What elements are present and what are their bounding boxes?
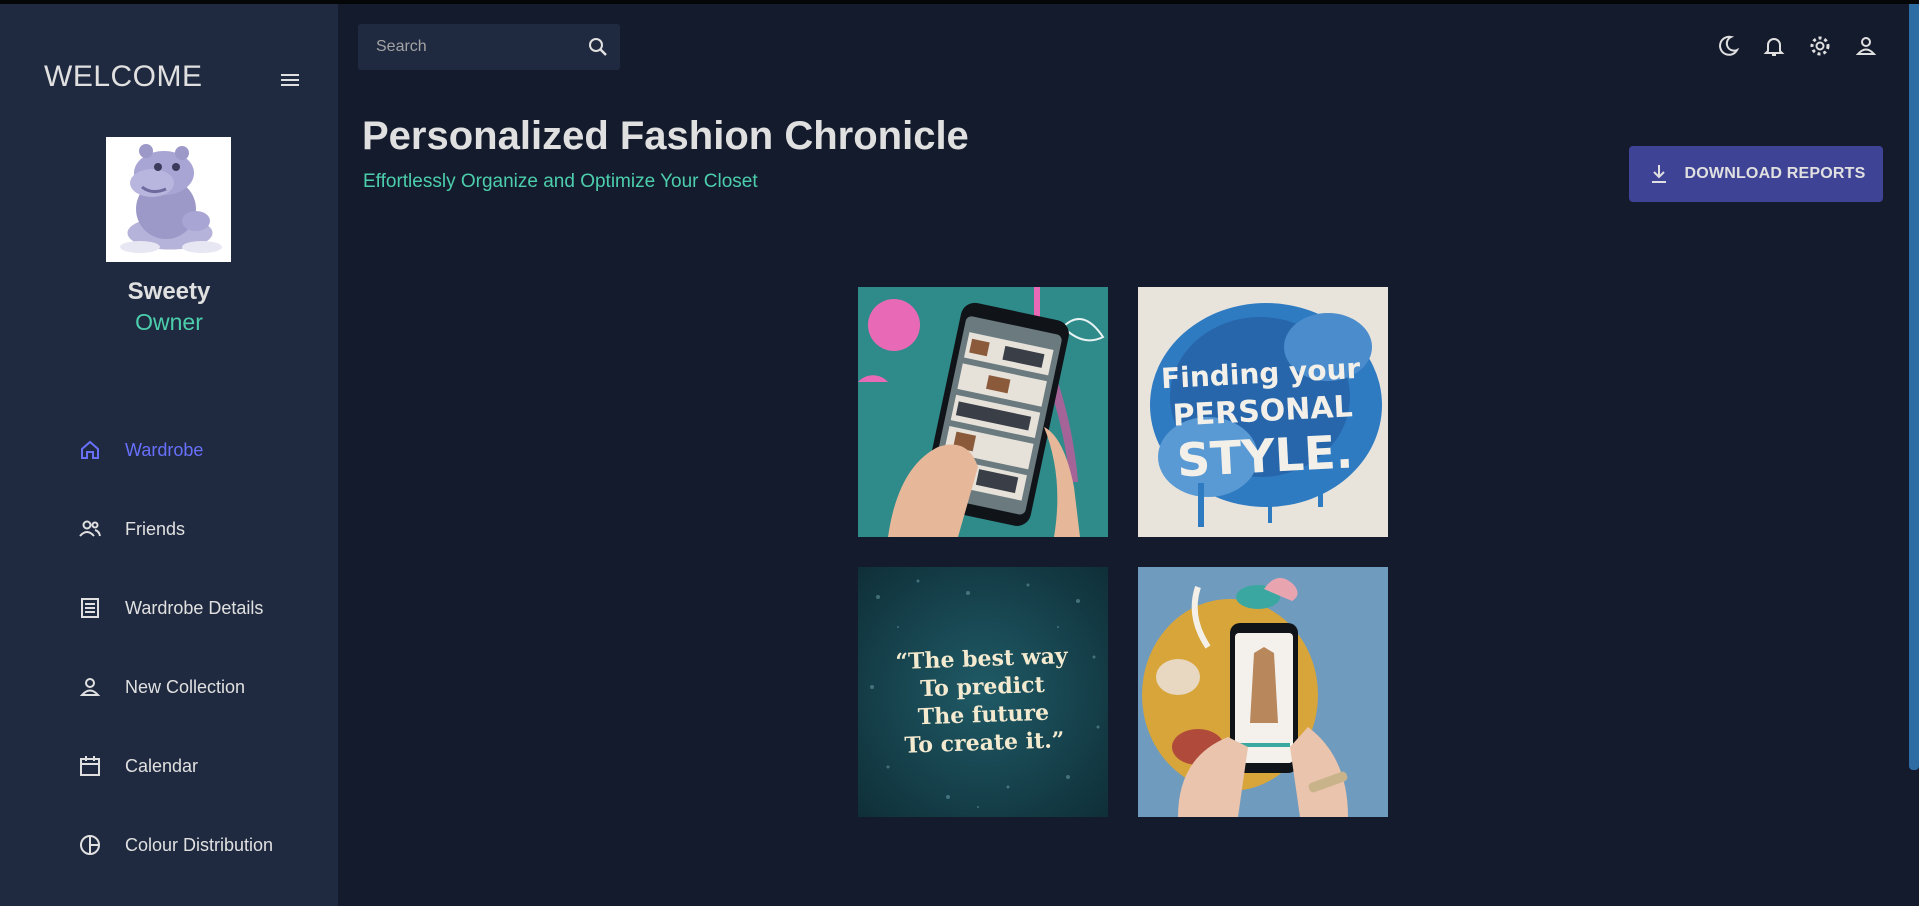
sidebar-item-label: Calendar [125, 755, 199, 776]
search-icon [589, 38, 607, 56]
hamburger-menu-icon [281, 74, 299, 86]
topbar-icons [1716, 34, 1900, 58]
user-role: Owner [135, 309, 203, 335]
receipt-icon [81, 598, 99, 618]
gallery-image-personal-style[interactable]: Finding your PERSONAL STYLE. [1138, 287, 1388, 537]
gallery-image-quote[interactable]: “The best way To predict The future To c… [858, 567, 1108, 817]
sidebar-item-label: Colour Distribution [125, 834, 274, 855]
hippo-avatar-icon [106, 137, 231, 262]
sidebar-item-wardrobe-details[interactable]: Wardrobe Details [78, 588, 338, 628]
sidebar-item-label: New Collection [125, 676, 246, 697]
settings-icon[interactable] [1808, 34, 1832, 58]
notifications-icon[interactable] [1762, 34, 1786, 58]
search-bar [358, 24, 620, 70]
gallery-image-phone-coat[interactable] [1138, 567, 1388, 817]
scrollbar[interactable] [1909, 4, 1919, 770]
download-icon [1651, 165, 1666, 183]
user-name: Sweety [127, 278, 211, 305]
quote-text: “The best way To predict The future To c… [858, 641, 1108, 762]
sidebar-item-colour-distribution[interactable]: Colour Distribution [78, 825, 338, 865]
sidebar-item-label: Wardrobe Details [125, 597, 264, 618]
calendar-icon [80, 756, 100, 776]
phone-wardrobe-illustration [858, 287, 1108, 537]
people-icon [79, 520, 101, 537]
sidebar-item-calendar[interactable]: Calendar [78, 746, 338, 786]
person-icon [79, 678, 101, 696]
personal-style-text: Finding your PERSONAL STYLE. [1138, 349, 1388, 488]
phone-coat-illustration [1138, 567, 1388, 817]
sidebar-item-label: Wardrobe [125, 439, 204, 460]
sidebar-item-wardrobe[interactable]: Wardrobe [78, 430, 338, 470]
dark-mode-icon[interactable] [1716, 34, 1740, 58]
sidebar: WELCOME Sweety Owner Wardrobe Friends Wa… [0, 4, 338, 906]
sidebar-welcome-title: WELCOME [44, 60, 203, 93]
menu-toggle-button[interactable] [278, 68, 302, 92]
personal-style-line-3: STYLE. [1175, 424, 1355, 488]
profile-icon[interactable] [1854, 34, 1878, 58]
page-title: Personalized Fashion Chronicle [362, 114, 969, 158]
home-icon [81, 440, 99, 459]
sidebar-item-label: Friends [125, 518, 186, 539]
avatar [106, 137, 231, 262]
search-input[interactable] [376, 38, 576, 56]
search-button[interactable] [586, 35, 610, 59]
gallery-image-phone-wardrobe[interactable] [858, 287, 1108, 537]
download-reports-label: DOWNLOAD REPORTS [1684, 165, 1866, 182]
sidebar-item-new-collection[interactable]: New Collection [78, 667, 338, 707]
page-subtitle: Effortlessly Organize and Optimize Your … [363, 171, 758, 192]
download-reports-button[interactable]: DOWNLOAD REPORTS [1629, 146, 1883, 202]
pie-chart-icon [80, 835, 100, 855]
sidebar-item-friends[interactable]: Friends [78, 509, 338, 549]
